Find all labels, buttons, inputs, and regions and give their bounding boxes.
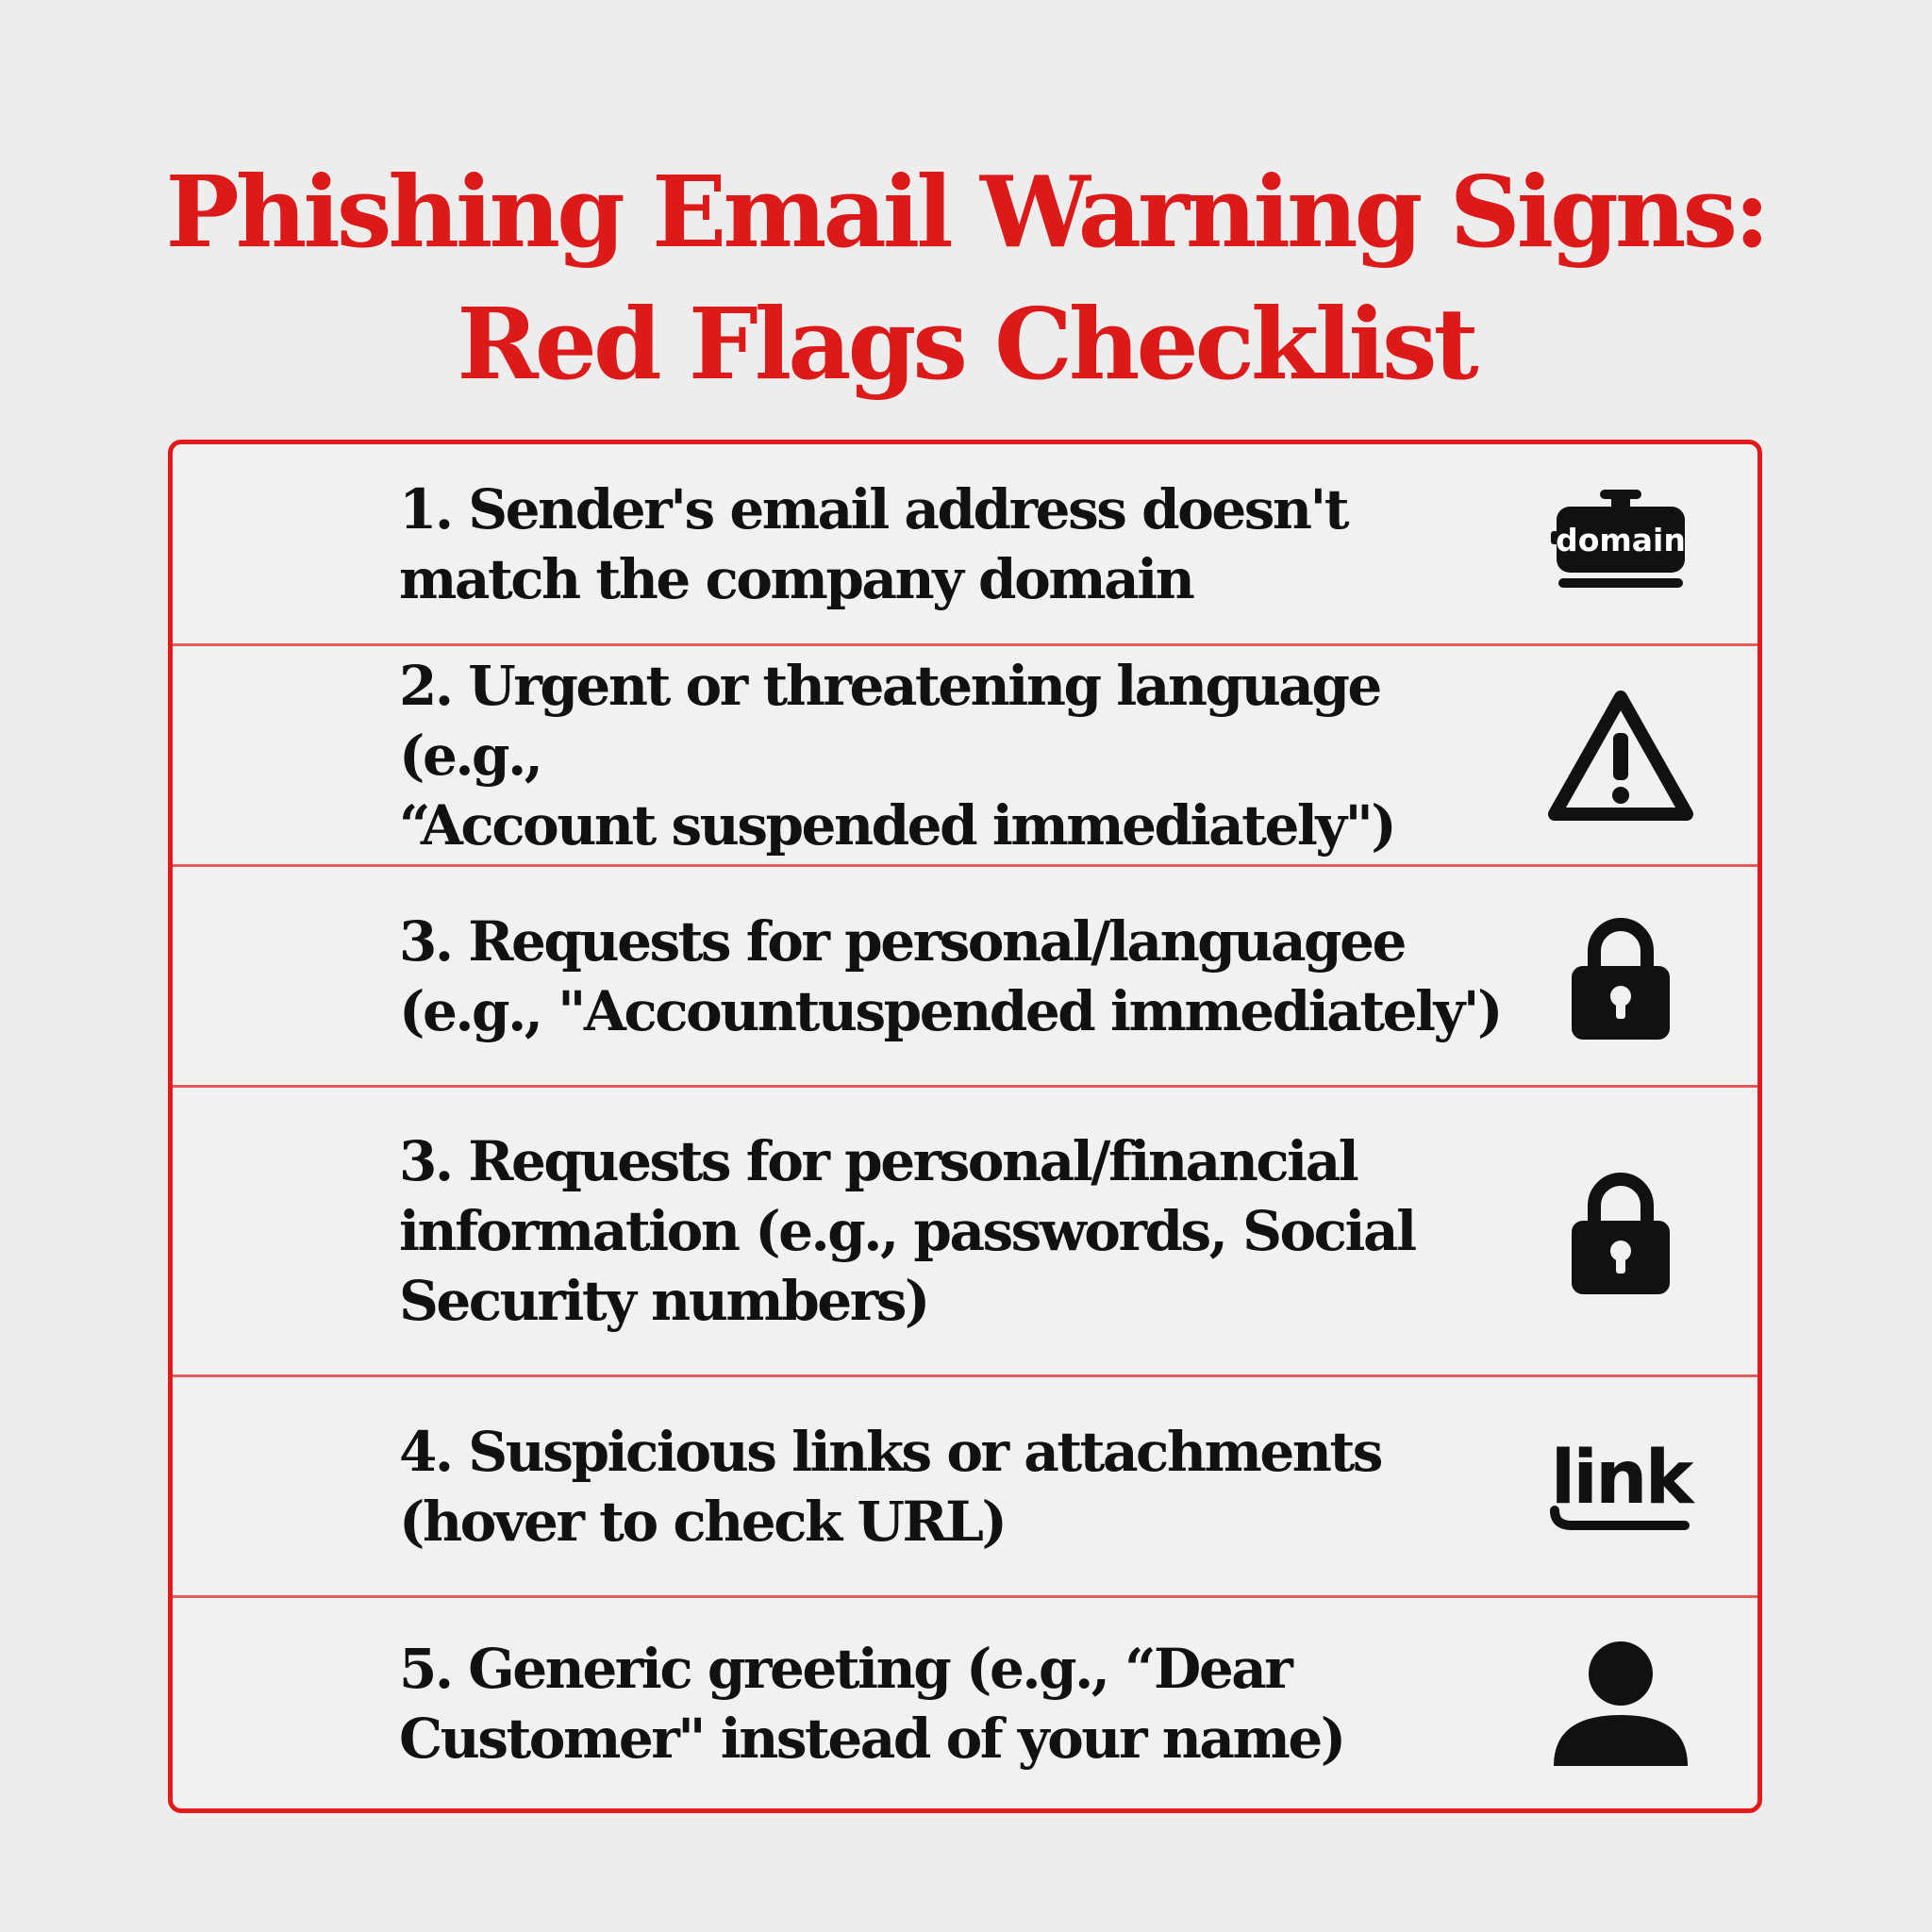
checklist-item-text: 5. Generic greeting (e.g., “Dear Custome… xyxy=(399,1636,1346,1771)
checklist-item-text: 3. Requests for personal/financial infor… xyxy=(399,1129,1417,1333)
title-line-1: Phishing Email Warning Signs: xyxy=(165,154,1771,270)
link-icon: link xyxy=(1541,1407,1701,1567)
lock-icon xyxy=(1541,896,1701,1057)
checklist-item-text: 1. Sender's email address doesn't match … xyxy=(399,476,1350,611)
warning-icon xyxy=(1541,675,1701,836)
link-icon-label: link xyxy=(1551,1436,1696,1521)
checklist-item-text: 3. Requests for personal/languagee (e.g.… xyxy=(399,908,1503,1043)
checklist-item: 4. Suspicious links or attachments (hove… xyxy=(173,1377,1757,1598)
checklist-item-text: 4. Suspicious links or attachments (hove… xyxy=(399,1419,1383,1554)
user-icon xyxy=(1541,1624,1701,1784)
domain-icon: domain xyxy=(1541,464,1701,625)
lock-icon xyxy=(1541,1151,1701,1311)
checklist-item: 5. Generic greeting (e.g., “Dear Custome… xyxy=(173,1598,1757,1808)
checklist-item: 1. Sender's email address doesn't match … xyxy=(173,444,1757,646)
domain-icon-label: domain xyxy=(1556,522,1686,558)
checklist-item: 3. Requests for personal/financial infor… xyxy=(173,1088,1757,1377)
checklist-item: 3. Requests for personal/languagee (e.g.… xyxy=(173,867,1757,1088)
checklist-item: 2. Urgent or threatening language (e.g.,… xyxy=(173,646,1757,867)
title-line-2: Red Flags Checklist xyxy=(457,286,1478,402)
page-title: Phishing Email Warning Signs: Red Flags … xyxy=(0,146,1932,410)
checklist-card: 1. Sender's email address doesn't match … xyxy=(168,440,1762,1813)
checklist-item-text: 2. Urgent or threatening language (e.g.,… xyxy=(399,653,1397,858)
